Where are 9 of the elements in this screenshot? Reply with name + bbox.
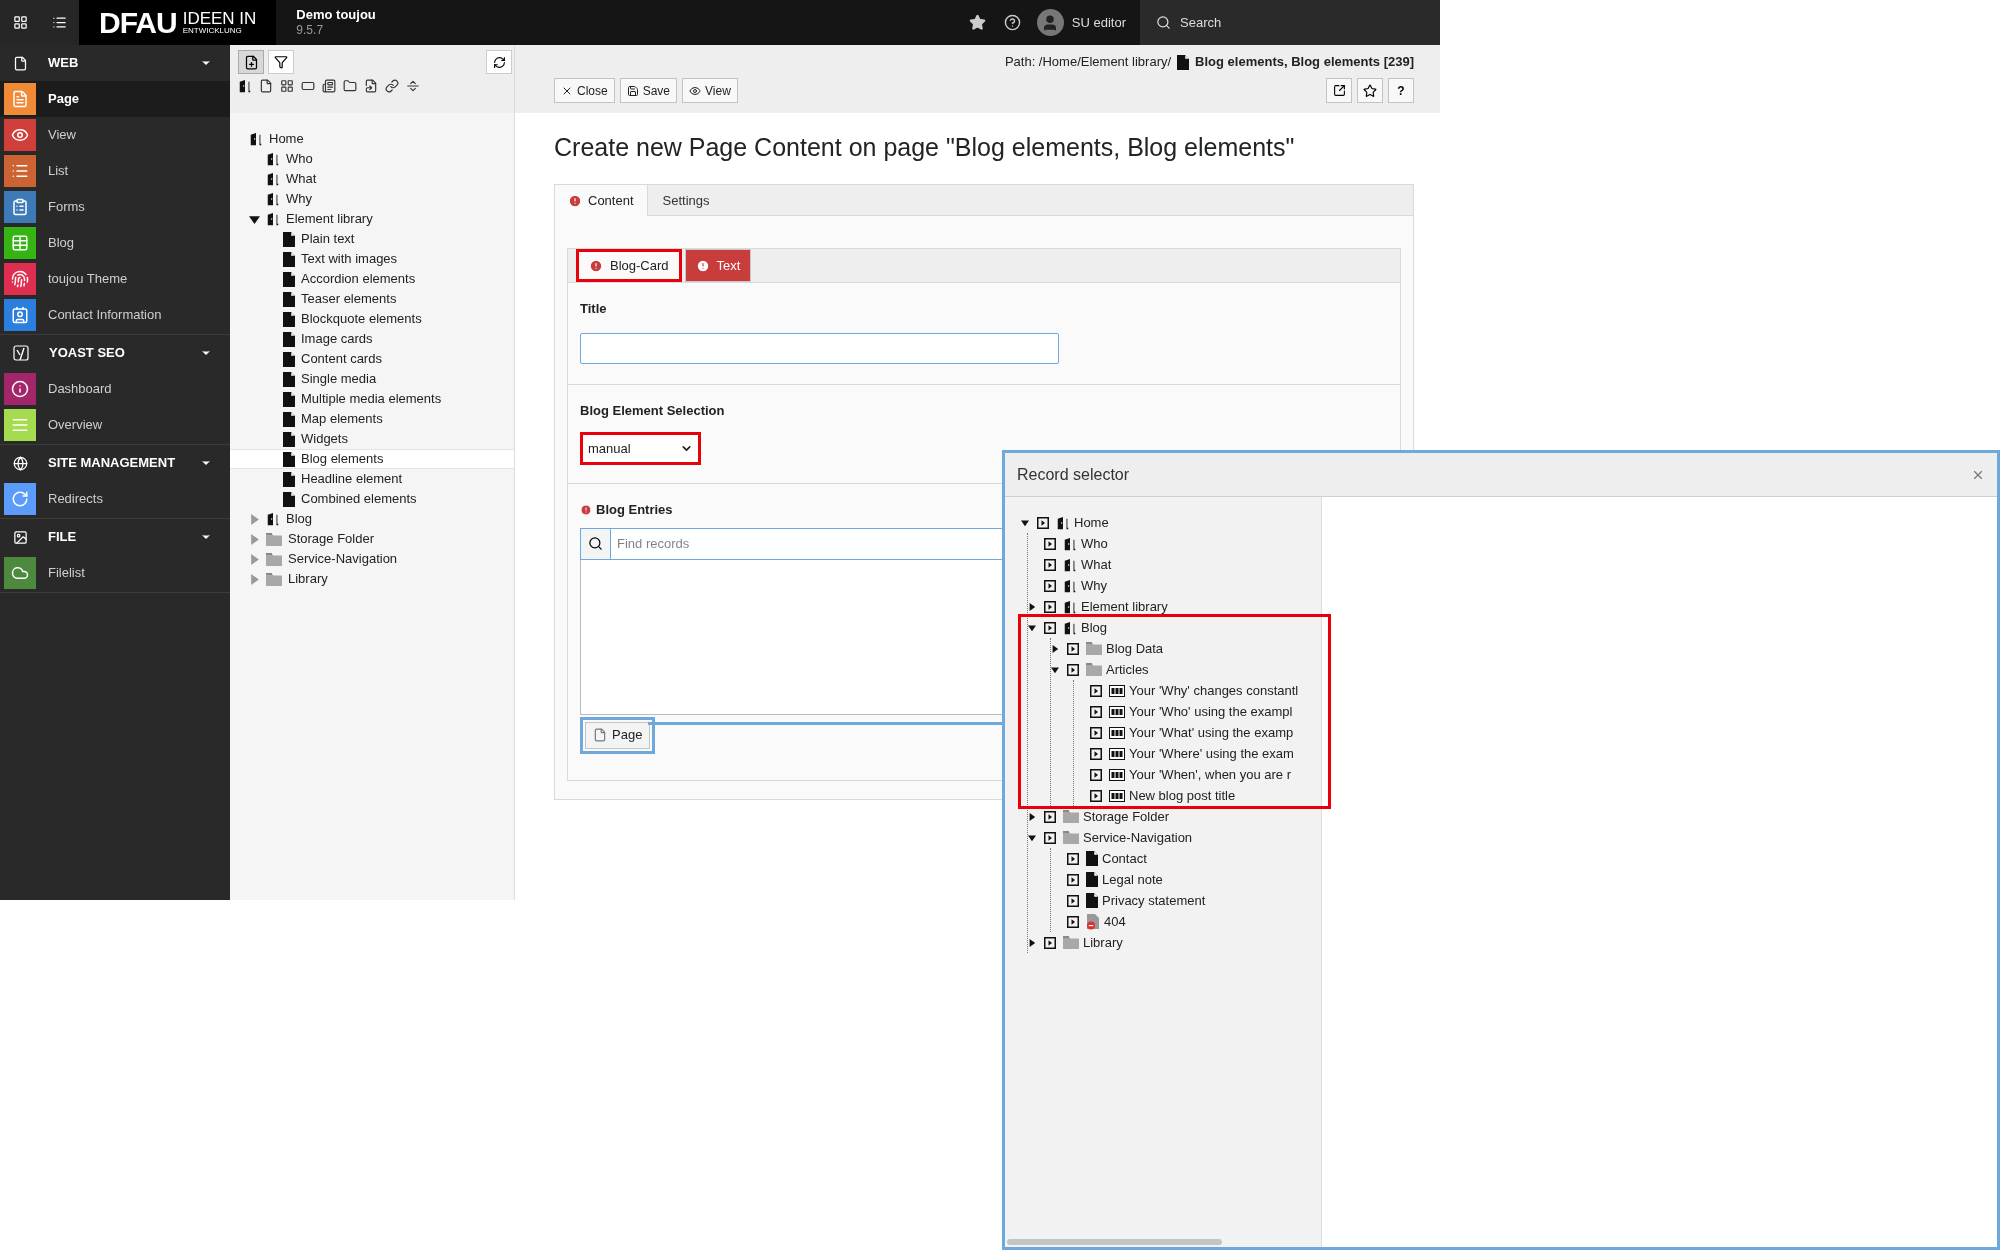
dialog-title: Record selector bbox=[1017, 464, 1131, 485]
field-label: Blog Element Selection bbox=[580, 401, 726, 420]
site-name: Demo toujou bbox=[296, 6, 376, 24]
version: 9.5.7 bbox=[296, 23, 325, 39]
page-heading: Create new Page Content on page "Blog elements, Blog elements" bbox=[554, 135, 1296, 160]
field-label: Blog Entries bbox=[596, 501, 673, 519]
field-label: Title bbox=[580, 300, 608, 318]
page-title: Blog elements, Blog elements [239] bbox=[1195, 53, 1414, 72]
path-label: Path: /Home/Element library/ bbox=[1004, 53, 1172, 72]
